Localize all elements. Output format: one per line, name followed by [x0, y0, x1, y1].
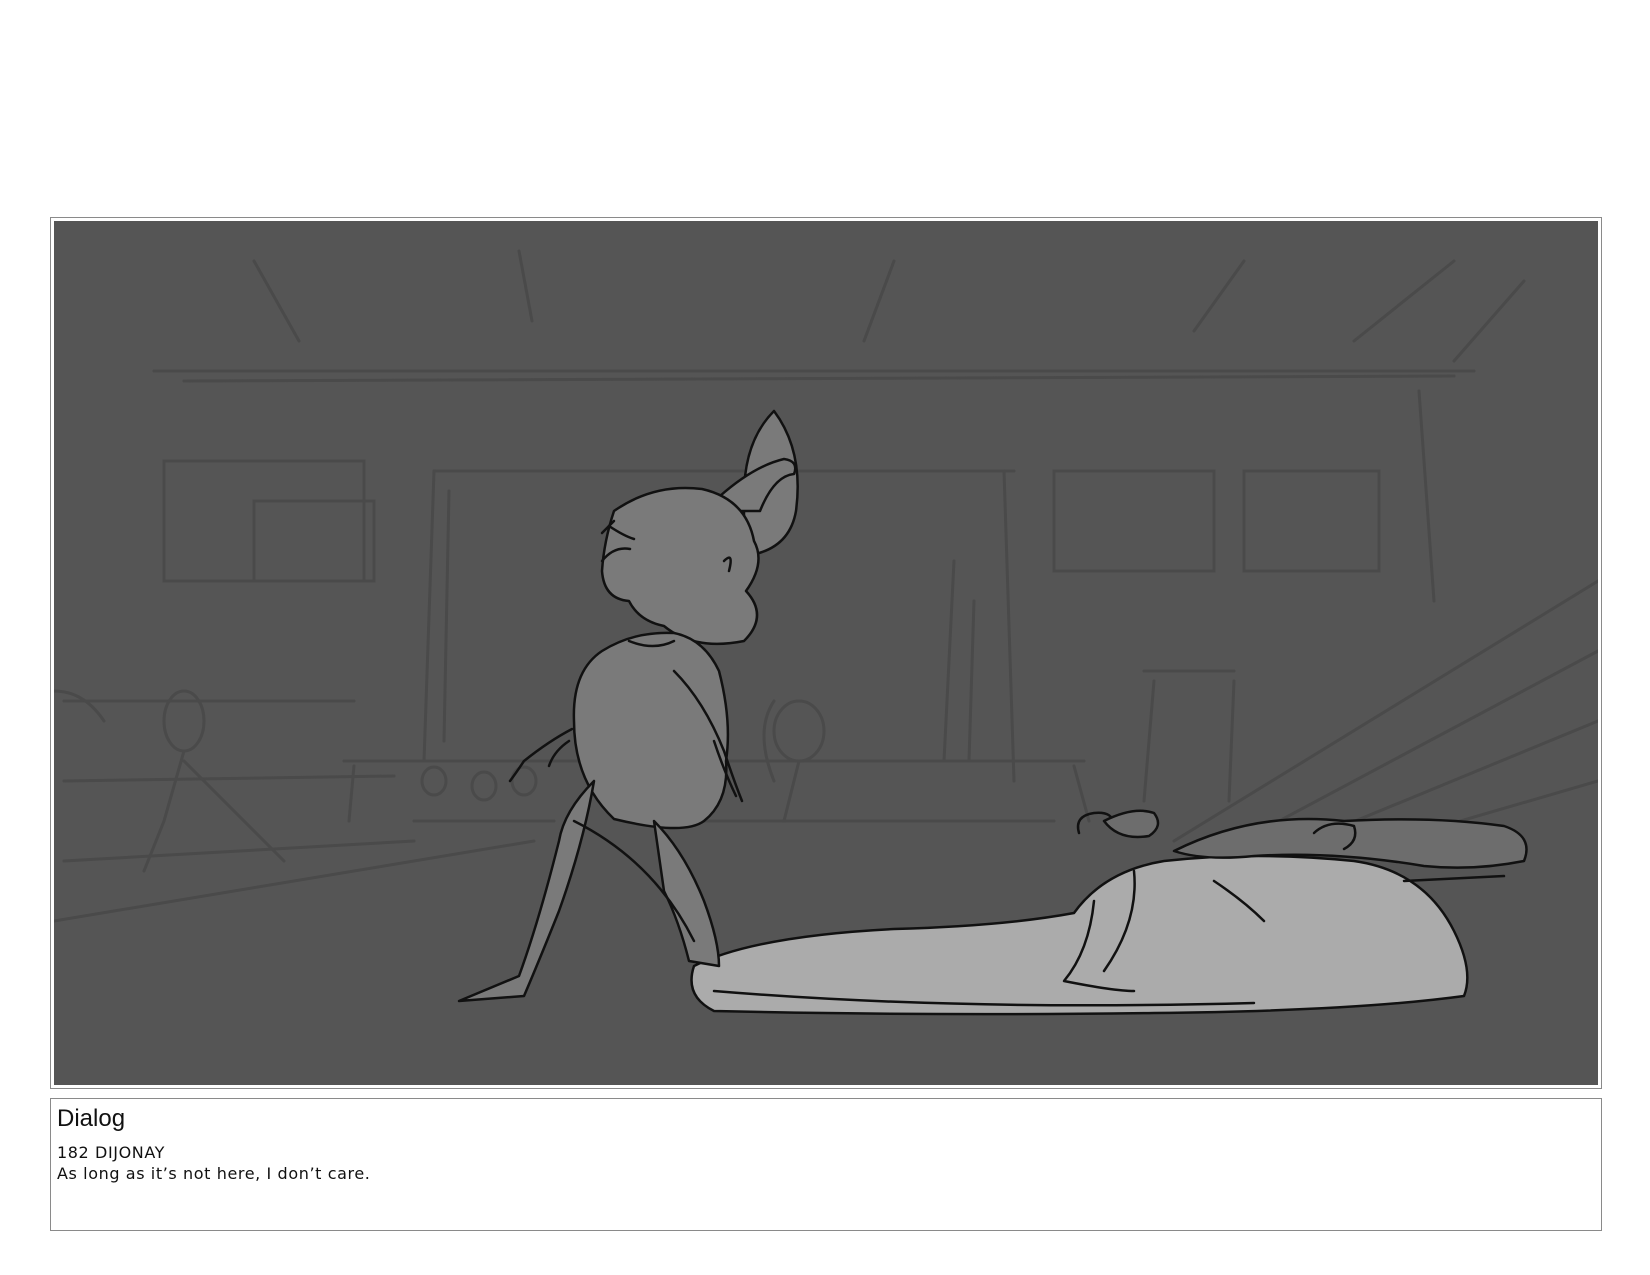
- dialog-heading: Dialog: [57, 1105, 126, 1132]
- lying-figure: [690, 809, 1528, 1016]
- dialog-box: Dialog 182 DIJONAY As long as it’s not h…: [50, 1098, 1602, 1231]
- standing-character: [457, 409, 799, 1003]
- dialog-text: As long as it’s not here, I don’t care.: [57, 1164, 371, 1183]
- storyboard-panel-image: [54, 221, 1598, 1085]
- dialog-speaker-line: 182 DIJONAY: [57, 1143, 166, 1162]
